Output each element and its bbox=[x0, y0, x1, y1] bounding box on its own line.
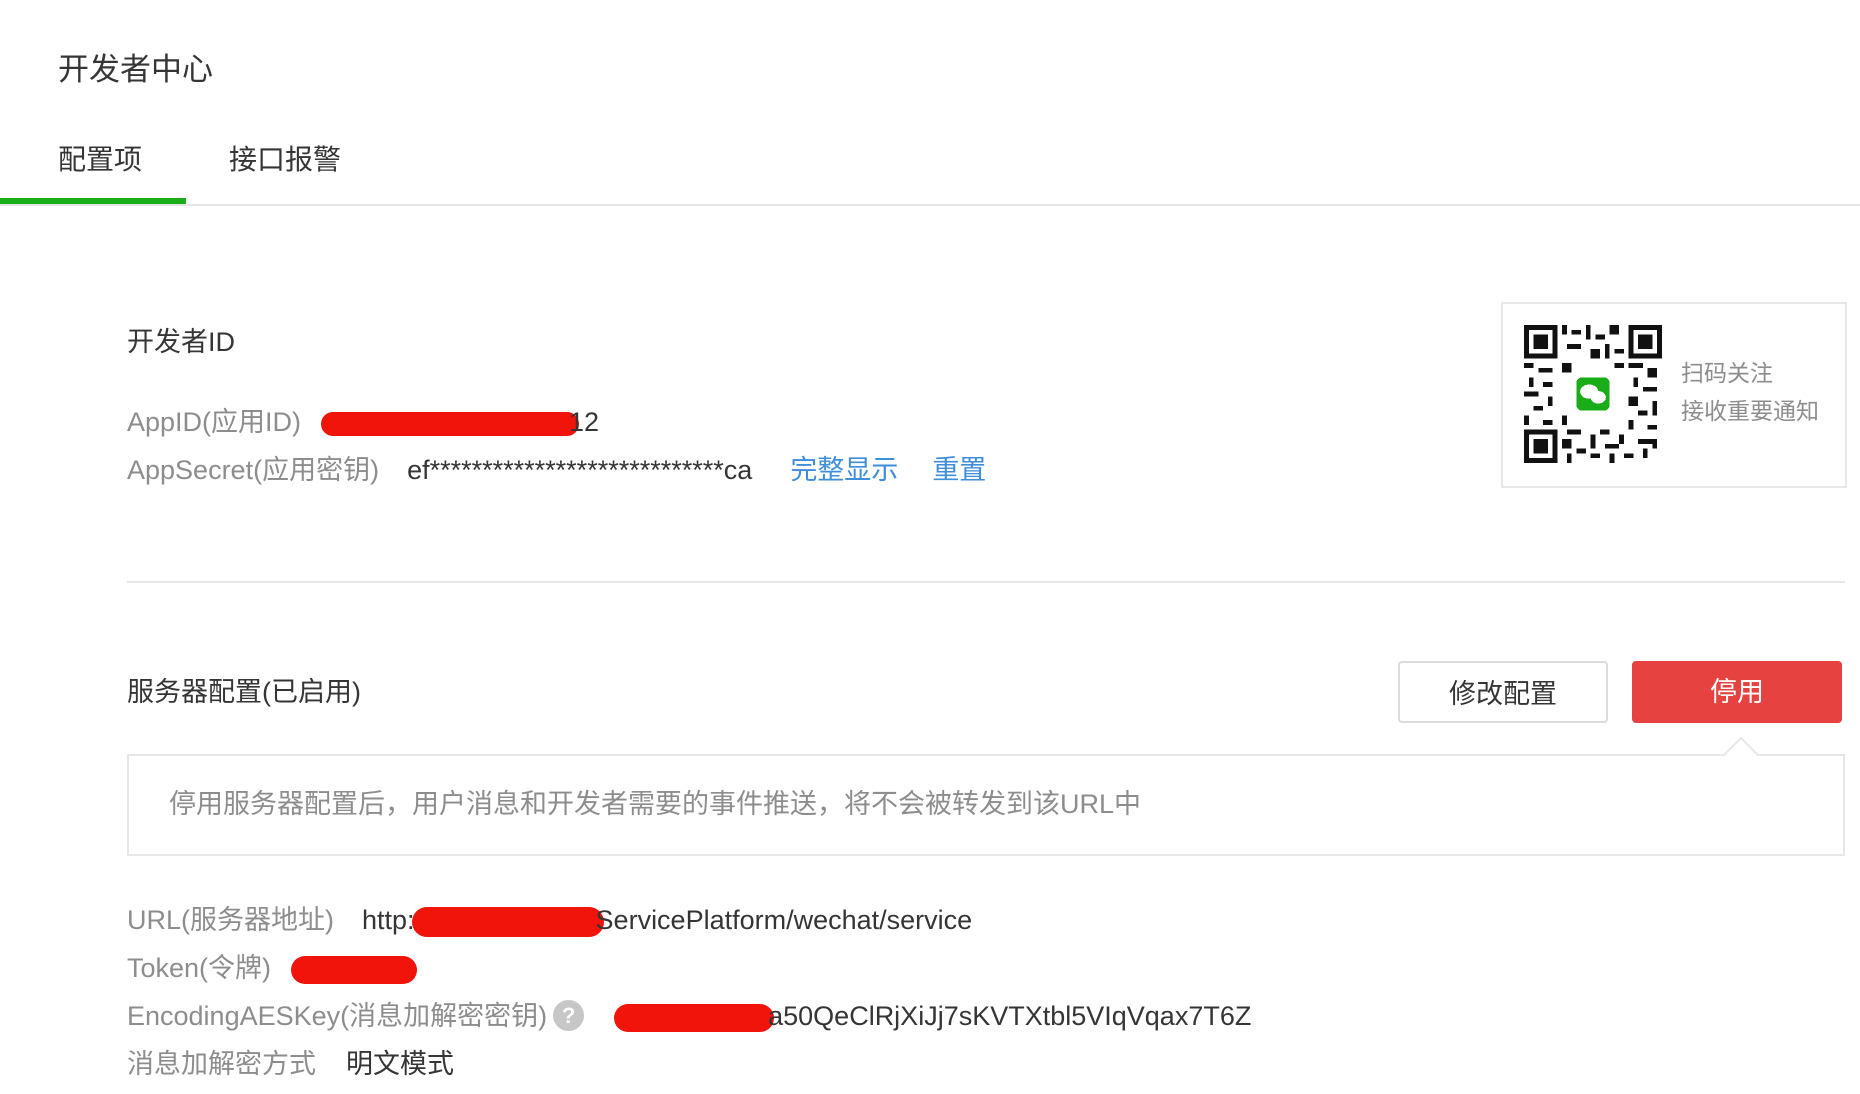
redaction-mark bbox=[291, 955, 418, 984]
aes-key-value: a50QeClRjXiJj7sKVTXtbl5VIqVqax7T6Z bbox=[614, 1001, 1252, 1032]
appid-row: AppID(应用ID) 12 bbox=[127, 402, 599, 442]
aes-key-visible-part: a50QeClRjXiJj7sKVTXtbl5VIqVqax7T6Z bbox=[768, 1001, 1252, 1031]
page-title: 开发者中心 bbox=[58, 52, 213, 87]
appsecret-value: ef****************************ca bbox=[407, 455, 753, 485]
help-icon[interactable]: ? bbox=[553, 1000, 585, 1032]
qr-caption-scan: 扫码关注 bbox=[1681, 360, 1773, 386]
token-row: Token(令牌) bbox=[127, 948, 418, 988]
qr-code bbox=[1524, 325, 1662, 463]
show-full-secret-link[interactable]: 完整显示 bbox=[790, 455, 898, 485]
reset-secret-link[interactable]: 重置 bbox=[932, 455, 986, 485]
developer-id-title: 开发者ID bbox=[127, 327, 235, 357]
redaction-mark bbox=[614, 1003, 775, 1032]
token-label: Token(令牌) bbox=[127, 953, 272, 983]
encryption-mode-label: 消息加解密方式 bbox=[127, 1049, 316, 1079]
tab-bar: 配置项 接口报警 bbox=[0, 130, 1860, 206]
url-suffix: ServicePlatform/wechat/service bbox=[595, 905, 973, 935]
qr-caption-notify: 接收重要通知 bbox=[1681, 398, 1819, 424]
appid-value: 12 bbox=[321, 407, 599, 437]
url-row: URL(服务器地址) http://ServicePlatform/wechat/… bbox=[127, 900, 972, 940]
encryption-mode-value: 明文模式 bbox=[346, 1049, 454, 1079]
tab-api-alarm[interactable]: 接口报警 bbox=[229, 138, 341, 182]
disable-button[interactable]: 停用 bbox=[1632, 661, 1842, 723]
disable-tip-text: 停用服务器配置后，用户消息和开发者需要的事件推送，将不会被转发到该URL中 bbox=[169, 789, 1142, 819]
disable-tip-box: 停用服务器配置后，用户消息和开发者需要的事件推送，将不会被转发到该URL中 bbox=[127, 736, 1845, 856]
tab-config[interactable]: 配置项 bbox=[58, 138, 142, 182]
appid-visible-part: 12 bbox=[569, 407, 600, 437]
aes-key-label: EncodingAESKey(消息加解密密钥) bbox=[127, 1001, 548, 1031]
active-tab-indicator bbox=[0, 198, 186, 204]
qr-follow-card: 扫码关注 接收重要通知 bbox=[1501, 302, 1847, 488]
url-label: URL(服务器地址) bbox=[127, 905, 334, 935]
server-config-title: 服务器配置(已启用) bbox=[127, 677, 361, 707]
appid-label: AppID(应用ID) bbox=[127, 407, 302, 437]
redaction-mark bbox=[321, 411, 580, 436]
appsecret-row: AppSecret(应用密钥) ef***********************… bbox=[127, 450, 986, 490]
edit-config-button[interactable]: 修改配置 bbox=[1398, 661, 1608, 723]
redaction-mark bbox=[411, 906, 604, 937]
tip-arrow bbox=[1722, 736, 1760, 774]
appsecret-label: AppSecret(应用密钥) bbox=[127, 455, 380, 485]
aes-key-row: EncodingAESKey(消息加解密密钥)? a50QeClRjXiJj7sK… bbox=[127, 996, 1251, 1036]
encryption-mode-row: 消息加解密方式 明文模式 bbox=[127, 1044, 454, 1084]
url-value: http://ServicePlatform/wechat/service bbox=[362, 905, 973, 937]
section-divider bbox=[127, 581, 1845, 583]
